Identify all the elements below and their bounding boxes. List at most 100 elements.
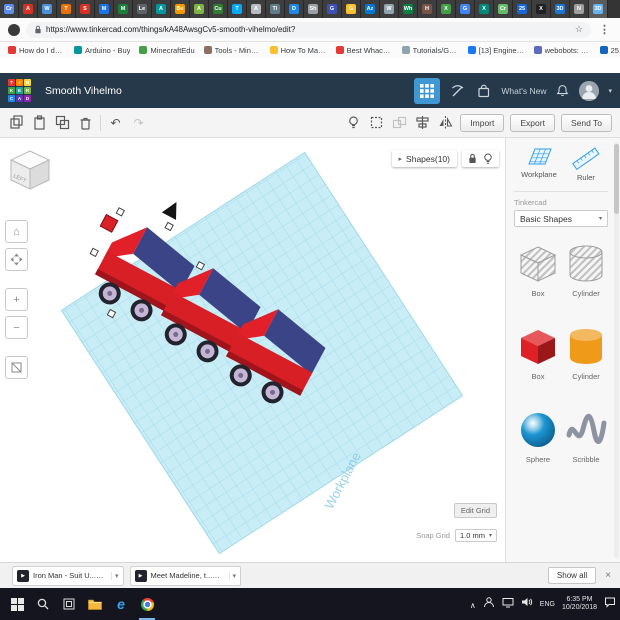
- shape-category-select[interactable]: Basic Shapes ▾: [514, 210, 608, 227]
- pickaxe-icon[interactable]: [449, 82, 466, 99]
- shape-tile-scribble-5[interactable]: Scribble: [562, 405, 610, 464]
- extension-icon[interactable]: [8, 23, 20, 36]
- bookmark-item[interactable]: Arduino - Buy: [74, 46, 130, 55]
- sidebar-scrollbar[interactable]: [614, 142, 619, 558]
- download-item[interactable]: ▶ Iron Man - Suit U...mp4 ▾: [12, 565, 124, 586]
- import-button[interactable]: Import: [460, 113, 505, 132]
- browser-tab[interactable]: T: [228, 0, 247, 18]
- bag-icon[interactable]: [475, 82, 492, 99]
- account-caret-icon[interactable]: ▾: [608, 87, 612, 95]
- browser-tab[interactable]: W: [380, 0, 399, 18]
- export-button[interactable]: Export: [510, 113, 555, 132]
- browser-tab[interactable]: Le: [133, 0, 152, 18]
- shape-tile-cylinder-3[interactable]: Cylinder: [562, 322, 610, 381]
- shape-tile-box-2[interactable]: Box: [514, 322, 562, 381]
- browser-tab[interactable]: D: [285, 0, 304, 18]
- browser-tab[interactable]: X: [475, 0, 494, 18]
- start-icon[interactable]: [4, 588, 30, 620]
- browser-tab[interactable]: X: [437, 0, 456, 18]
- view-cube[interactable]: LEFT: [8, 148, 52, 197]
- chevron-down-icon[interactable]: ▾: [111, 571, 119, 580]
- ruler-tool[interactable]: Ruler: [571, 146, 601, 182]
- browser-tab[interactable]: Cr: [0, 0, 19, 18]
- browser-tab[interactable]: N: [570, 0, 589, 18]
- undo-button[interactable]: ↶: [107, 114, 124, 131]
- workplane-tool[interactable]: Workplane: [521, 146, 557, 182]
- file-explorer-icon[interactable]: [82, 588, 108, 620]
- show-all-bulb-button[interactable]: [345, 114, 362, 131]
- bookmark-item[interactable]: webobots: LEGO® W...: [533, 46, 591, 55]
- bookmark-item[interactable]: Tutorials/Galactics...: [401, 46, 459, 55]
- shape-tile-box-0[interactable]: Box: [514, 239, 562, 298]
- whats-new-link[interactable]: What's New: [501, 86, 546, 96]
- bookmark-item[interactable]: Best Whack A Mole...: [335, 46, 393, 55]
- browser-tab[interactable]: W: [38, 0, 57, 18]
- task-view-icon[interactable]: [56, 588, 82, 620]
- redo-button[interactable]: ↷: [130, 114, 147, 131]
- browser-tab[interactable]: Tl: [266, 0, 285, 18]
- browser-tab[interactable]: T: [57, 0, 76, 18]
- taskbar-clock[interactable]: 6:35 PM 10/20/2018: [562, 596, 597, 613]
- copy-button[interactable]: [8, 114, 25, 131]
- scrollbar-thumb[interactable]: [614, 144, 619, 214]
- close-downloads-icon[interactable]: ×: [602, 570, 614, 581]
- browser-tab[interactable]: A: [19, 0, 38, 18]
- chevron-down-icon[interactable]: ▾: [228, 571, 236, 580]
- send-to-button[interactable]: Send To: [560, 113, 612, 132]
- tinkercad-logo[interactable]: TIN KER CAD: [8, 79, 31, 102]
- mirror-button[interactable]: [437, 114, 454, 131]
- tray-expand-icon[interactable]: ∧: [470, 595, 476, 613]
- outline-button[interactable]: [368, 114, 385, 131]
- raise-cone-handle[interactable]: [161, 198, 184, 220]
- orbit-pad-button[interactable]: [5, 248, 28, 271]
- language-indicator[interactable]: ENG: [540, 601, 555, 608]
- home-view-button[interactable]: ⌂: [5, 220, 28, 243]
- duplicate-button[interactable]: [54, 114, 71, 131]
- browser-tab[interactable]: Az: [361, 0, 380, 18]
- zoom-out-button[interactable]: −: [5, 316, 28, 339]
- browser-tab[interactable]: A: [190, 0, 209, 18]
- lightbulb-icon[interactable]: [483, 152, 493, 165]
- people-icon[interactable]: [483, 595, 495, 613]
- blocks-view-button[interactable]: [414, 77, 441, 104]
- browser-tab[interactable]: Wh: [399, 0, 418, 18]
- bookmark-item[interactable]: Tools - Minecraft W...: [203, 46, 261, 55]
- browser-tab[interactable]: H: [418, 0, 437, 18]
- display-icon[interactable]: [502, 595, 514, 613]
- small-red-cube[interactable]: [99, 213, 119, 233]
- user-avatar[interactable]: [579, 80, 600, 101]
- shapes-dropdown[interactable]: ▸ Shapes(10): [391, 150, 457, 167]
- browser-tab[interactable]: Cr: [494, 0, 513, 18]
- volume-icon[interactable]: [521, 595, 533, 613]
- shape-tile-sphere-4[interactable]: Sphere: [514, 405, 562, 464]
- bookmark-item[interactable]: [13] Engineering For...: [467, 46, 525, 55]
- edit-grid-button[interactable]: Edit Grid: [453, 503, 497, 518]
- bookmark-item[interactable]: 25 MOC with Lego...: [599, 46, 620, 55]
- bookmark-item[interactable]: How do I download: [8, 46, 65, 55]
- bookmark-star-icon[interactable]: ☆: [575, 24, 583, 35]
- browser-tab[interactable]: G: [456, 0, 475, 18]
- show-all-downloads-button[interactable]: Show all: [547, 567, 597, 584]
- zoom-in-button[interactable]: +: [5, 288, 28, 311]
- action-center-icon[interactable]: [604, 595, 616, 613]
- group-button[interactable]: [391, 114, 408, 131]
- browser-tab[interactable]: M: [114, 0, 133, 18]
- browser-tab[interactable]: A: [247, 0, 266, 18]
- align-button[interactable]: [414, 114, 431, 131]
- browser-tab[interactable]: X: [532, 0, 551, 18]
- lock-icon[interactable]: [468, 153, 477, 164]
- browser-tab[interactable]: Sh: [304, 0, 323, 18]
- browser-tab[interactable]: Be: [171, 0, 190, 18]
- browser-tab[interactable]: G: [323, 0, 342, 18]
- shape-tile-cylinder-1[interactable]: Cylinder: [562, 239, 610, 298]
- browser-tab[interactable]: A: [152, 0, 171, 18]
- paste-button[interactable]: [31, 114, 48, 131]
- address-bar[interactable]: https://www.tinkercad.com/things/kA48Aws…: [26, 21, 591, 38]
- browser-tab[interactable]: Cu: [209, 0, 228, 18]
- 3d-canvas[interactable]: Workplane LEFT ⌂ + − ▸ Shapes(10) Edit G…: [0, 138, 505, 562]
- download-item[interactable]: ▶ Meet Madeline, t...mp4 ▾: [129, 565, 242, 586]
- bell-icon[interactable]: [555, 83, 570, 98]
- search-icon[interactable]: [30, 588, 56, 620]
- browser-menu-icon[interactable]: ⋮: [597, 23, 612, 36]
- chrome-icon[interactable]: [134, 588, 160, 620]
